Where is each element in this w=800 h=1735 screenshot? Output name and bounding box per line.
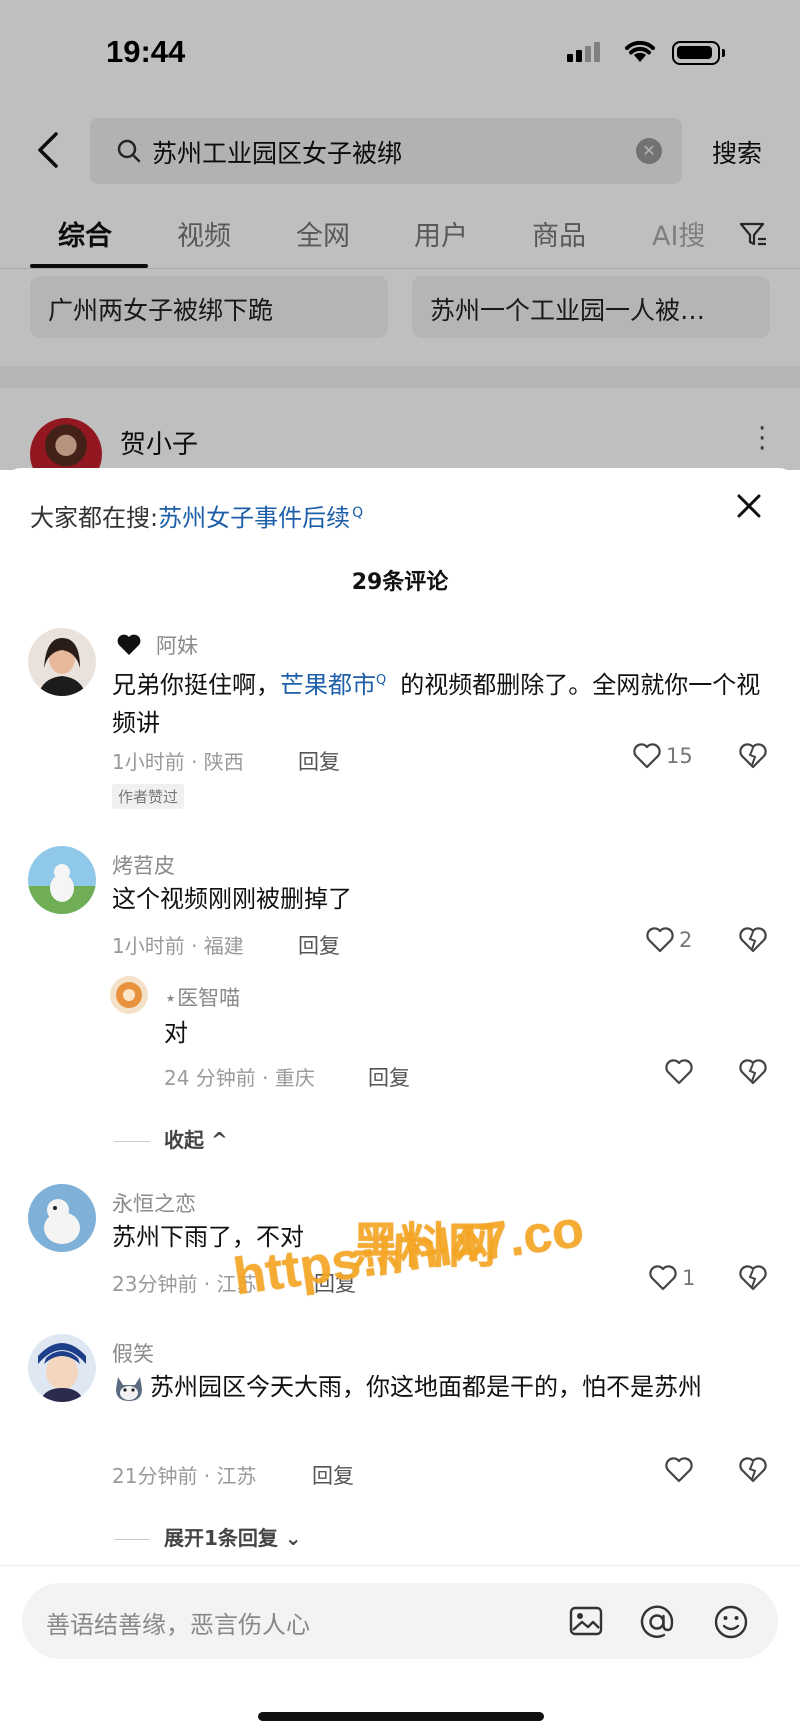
avatar[interactable]: [28, 846, 96, 914]
dislike-button[interactable]: [738, 926, 768, 958]
dislike-button[interactable]: [738, 742, 768, 774]
like-button[interactable]: 15: [632, 742, 693, 770]
avatar[interactable]: [110, 976, 148, 1014]
comment-text: 这个视频刚刚被删掉了: [112, 885, 352, 913]
reply-button[interactable]: 回复: [298, 746, 340, 776]
comment-sheet: 大家都在搜:苏州女子事件后续 Q 29条评论 阿妹 兄弟你挺住啊，芒果都市Q 的视频…: [0, 468, 800, 1735]
avatar[interactable]: [28, 628, 96, 696]
comment-username[interactable]: 永恒之恋: [112, 1188, 196, 1218]
black-heart-icon: [116, 633, 142, 662]
chevron-down-icon: ⌄: [284, 1526, 302, 1550]
comment-username[interactable]: 烤苕皮: [112, 850, 175, 880]
author-liked-badge: 作者赞过: [112, 784, 185, 809]
avatar[interactable]: [28, 1184, 96, 1252]
cat-emoji-icon: [112, 1373, 146, 1403]
collapse-replies-button[interactable]: 收起 ^: [114, 1124, 228, 1153]
modal-overlay[interactable]: [0, 0, 800, 470]
trending-topic-link[interactable]: 苏州女子事件后续: [158, 504, 350, 532]
comment-meta: 21分钟前 · 江苏: [112, 1464, 257, 1488]
search-icon: Q: [376, 673, 387, 688]
comment-text: 兄弟你挺住啊，芒果都市Q 的视频都删除了。全网就你一个视频讲: [112, 662, 772, 742]
reply-button[interactable]: 回复: [312, 1460, 354, 1490]
avatar[interactable]: [28, 1334, 96, 1402]
expand-label: 展开1条回复: [164, 1526, 278, 1550]
comment-input[interactable]: 善语结善缘，恶言伤人心: [22, 1583, 778, 1659]
comment-count: 29条评论: [351, 570, 449, 595]
chevron-up-icon: ^: [210, 1128, 228, 1152]
like-count: 1: [682, 1266, 696, 1290]
trending-search[interactable]: 大家都在搜:苏州女子事件后续 Q: [30, 498, 363, 533]
home-indicator: [258, 1712, 544, 1721]
reply-button[interactable]: 回复: [368, 1062, 410, 1092]
comment-text: 苏州园区今天大雨，你这地面都是干的，怕不是苏州: [112, 1368, 772, 1406]
comment-text-part: 兄弟你挺住啊，: [112, 671, 280, 699]
like-button[interactable]: 2: [645, 926, 692, 954]
expand-replies-button[interactable]: 展开1条回复 ⌄: [114, 1522, 302, 1551]
mentioned-topic-link[interactable]: 芒果都市: [280, 671, 376, 699]
comment-meta: 1小时前 · 陕西: [112, 750, 244, 774]
reply-button[interactable]: 回复: [298, 930, 340, 960]
reply-meta: 24 分钟前 · 重庆: [164, 1066, 315, 1090]
close-icon[interactable]: [735, 492, 765, 522]
collapse-label: 收起: [164, 1128, 204, 1152]
comment-input-placeholder: 善语结善缘，恶言伤人心: [46, 1611, 310, 1639]
like-button[interactable]: 1: [648, 1264, 695, 1292]
comment-meta: 1小时前 · 福建: [112, 934, 244, 958]
mention-icon[interactable]: [638, 1603, 676, 1645]
dislike-button[interactable]: [738, 1456, 768, 1488]
search-icon: Q: [352, 505, 364, 521]
comment-username[interactable]: 假笑: [112, 1338, 154, 1368]
divider: [0, 1565, 800, 1566]
reply-username[interactable]: ⋆医智喵: [164, 982, 240, 1012]
search-results-page: 19:44 苏州工业园区女子被绑 ✕ 搜索 综合 视频 全网 用户 商品 AI搜: [0, 0, 800, 470]
trending-prefix: 大家都在搜:: [30, 504, 159, 532]
dislike-button[interactable]: [738, 1264, 768, 1296]
dislike-button[interactable]: [738, 1058, 768, 1090]
emoji-icon[interactable]: [712, 1603, 750, 1645]
like-count: 2: [679, 928, 693, 952]
like-button[interactable]: [664, 1456, 694, 1484]
comment-username[interactable]: 阿妹: [156, 634, 198, 658]
like-count: 15: [666, 744, 693, 768]
image-icon[interactable]: [568, 1603, 604, 1643]
reply-text: 对: [164, 1019, 188, 1047]
like-button[interactable]: [664, 1058, 694, 1086]
comment-text-part: 苏州园区今天大雨，你这地面都是干的，怕不是苏州: [150, 1373, 702, 1401]
